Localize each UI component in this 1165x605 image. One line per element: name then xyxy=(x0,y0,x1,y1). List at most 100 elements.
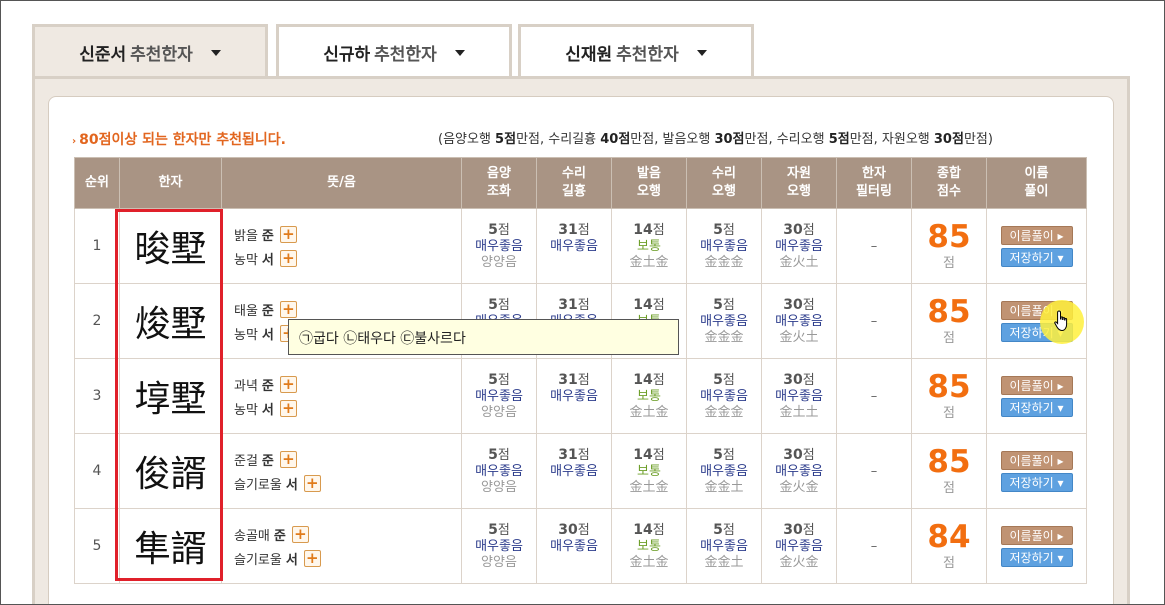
meaning-text: 송골매 xyxy=(234,528,270,544)
meaning-text: 준걸 xyxy=(234,453,258,469)
total-unit: 점 xyxy=(943,330,955,346)
caret-down-icon xyxy=(696,49,707,56)
rank-cell: 5 xyxy=(74,508,120,584)
pronunciation-score-cell: 14점 보통 金土金 xyxy=(611,508,687,584)
filter-cell: – xyxy=(836,208,912,284)
table-row: 3 埻墅 과녁 준 + 농막 서 + 5점 매우좋음 양양음 31점 매우좋음 … xyxy=(74,358,1087,434)
name-explain-button[interactable]: 이름풀이 ▸ xyxy=(1000,375,1073,395)
name-explain-button[interactable]: 이름풀이 ▸ xyxy=(1000,450,1073,470)
plus-icon[interactable]: + xyxy=(279,375,297,393)
meaning-cell: 과녁 준 + 농막 서 + xyxy=(221,358,462,434)
col-meaning: 뜻/음 xyxy=(221,157,462,209)
save-button[interactable]: 저장하기 ▾ xyxy=(1000,397,1073,417)
col-hanja: 한자 xyxy=(119,157,222,209)
plus-icon[interactable]: + xyxy=(279,249,297,267)
meaning-cell: 송골매 준 + 슬기로울 서 + xyxy=(221,508,462,584)
pronunciation-score-cell: 14점 보통 金土金 xyxy=(611,433,687,509)
col-name-explain: 이름 풀이 xyxy=(986,157,1087,209)
total-score-cell: 85 점 xyxy=(911,358,987,434)
total-score: 85 xyxy=(927,443,971,480)
col-total: 종합 점수 xyxy=(911,157,987,209)
suri-element-score-cell: 5점 매우좋음 金金金 xyxy=(686,208,762,284)
caret-down-icon xyxy=(210,49,221,56)
save-button[interactable]: 저장하기 ▾ xyxy=(1000,472,1073,492)
pronunciation-score-cell: 14점 보통 金土金 xyxy=(611,208,687,284)
reading-text: 서 xyxy=(261,402,274,418)
col-suri: 수리 길흉 xyxy=(536,157,612,209)
suri-score-cell: 31점 매우좋음 xyxy=(536,358,612,434)
meaning-text: 밝을 xyxy=(234,228,258,244)
meaning-text: 농막 xyxy=(234,252,258,268)
filter-cell: – xyxy=(836,508,912,584)
col-rank: 순위 xyxy=(74,157,120,209)
suri-score-cell: 30점 매우좋음 xyxy=(536,508,612,584)
suri-score-cell: 31점 매우좋음 xyxy=(536,208,612,284)
rank-cell: 3 xyxy=(74,358,120,434)
plus-icon[interactable]: + xyxy=(279,225,297,243)
meaning-text: 농막 xyxy=(234,402,258,418)
total-score-cell: 85 점 xyxy=(911,283,987,359)
tab-sub: 추천한자 xyxy=(374,45,437,65)
tab-name: 신준서 xyxy=(79,45,127,65)
yinyang-score-cell: 5점 매우좋음 양양음 xyxy=(461,508,537,584)
notice-text: › 80점이상 되는 한자만 추천됩니다. xyxy=(72,132,286,148)
total-score: 85 xyxy=(927,293,971,330)
filter-cell: – xyxy=(836,358,912,434)
tab-shinjaewon[interactable]: 신재원 추천한자 xyxy=(518,24,754,78)
name-explain-button[interactable]: 이름풀이 ▸ xyxy=(1000,225,1073,245)
hand-cursor-icon xyxy=(1054,310,1068,332)
meaning-text: 과녁 xyxy=(234,378,258,394)
yinyang-score-cell: 5점 매우좋음 양양음 xyxy=(461,208,537,284)
origin-element-score-cell: 30점 매우좋음 金火金 xyxy=(761,508,837,584)
plus-icon[interactable]: + xyxy=(279,399,297,417)
yinyang-score-cell: 5점 매우좋음 양양음 xyxy=(461,358,537,434)
table-row: 4 俊諝 준걸 준 + 슬기로울 서 + 5점 매우좋음 양양음 31점 매우좋… xyxy=(74,433,1087,509)
rank-cell: 2 xyxy=(74,283,120,359)
meaning-line: 슬기로울 서 + xyxy=(234,471,461,495)
total-unit: 점 xyxy=(943,405,955,421)
plus-icon[interactable]: + xyxy=(279,450,297,468)
tab-shinjunseo[interactable]: 신준서 추천한자 xyxy=(32,24,268,78)
tab-shingyuha[interactable]: 신규하 추천한자 xyxy=(276,24,512,78)
tab-name: 신규하 xyxy=(323,45,371,65)
meaning-cell: 준걸 준 + 슬기로울 서 + xyxy=(221,433,462,509)
origin-element-score-cell: 30점 매우좋음 金土土 xyxy=(761,358,837,434)
col-suri-element: 수리 오행 xyxy=(686,157,762,209)
tab-name: 신재원 xyxy=(565,45,613,65)
reading-text: 준 xyxy=(261,378,274,394)
name-explain-button[interactable]: 이름풀이 ▸ xyxy=(1000,525,1073,545)
hanja-cell: 焌墅 xyxy=(119,283,222,359)
table-row: 5 隼諝 송골매 준 + 슬기로울 서 + 5점 매우좋음 양양음 30점 매우… xyxy=(74,508,1087,584)
plus-icon[interactable]: + xyxy=(291,525,309,543)
action-cell: 이름풀이 ▸ 저장하기 ▾ xyxy=(986,433,1087,509)
score-criteria: (음양오행 5점만점, 수리길흉 40점만점, 발음오행 30점만점, 수리오행… xyxy=(438,132,993,147)
origin-element-score-cell: 30점 매우좋음 金火土 xyxy=(761,208,837,284)
total-score-cell: 85 점 xyxy=(911,433,987,509)
meaning-line: 밝을 준 + xyxy=(234,222,461,246)
plus-icon[interactable]: + xyxy=(303,549,321,567)
plus-icon[interactable]: + xyxy=(279,300,297,318)
meaning-line: 송골매 준 + xyxy=(234,522,461,546)
suri-score-cell: 31점 매우좋음 xyxy=(536,433,612,509)
col-origin-element: 자원 오행 xyxy=(761,157,837,209)
plus-icon[interactable]: + xyxy=(303,474,321,492)
reading-text: 서 xyxy=(261,327,274,343)
arrow-icon: › xyxy=(72,136,77,147)
total-score-cell: 85 점 xyxy=(911,208,987,284)
reading-text: 준 xyxy=(273,528,286,544)
meaning-line: 슬기로울 서 + xyxy=(234,546,461,570)
total-score: 85 xyxy=(927,368,971,405)
tab-sub: 추천한자 xyxy=(616,45,679,65)
total-unit: 점 xyxy=(943,255,955,271)
pronunciation-score-cell: 14점 보통 金土金 xyxy=(611,358,687,434)
filter-cell: – xyxy=(836,283,912,359)
meaning-text: 태울 xyxy=(234,303,258,319)
suri-element-score-cell: 5점 매우좋음 金金金 xyxy=(686,283,762,359)
save-button[interactable]: 저장하기 ▾ xyxy=(1000,247,1073,267)
hanja-recommendation-table: 순위 한자 뜻/음 음양 조화 수리 길흉 발음 오행 수리 오행 자원 오행 한자 필터링… xyxy=(74,157,1087,584)
save-button[interactable]: 저장하기 ▾ xyxy=(1000,547,1073,567)
suri-element-score-cell: 5점 매우좋음 金金土 xyxy=(686,508,762,584)
col-filter: 한자 필터링 xyxy=(836,157,912,209)
col-yinyang: 음양 조화 xyxy=(461,157,537,209)
meaning-text: 슬기로울 xyxy=(234,552,282,568)
